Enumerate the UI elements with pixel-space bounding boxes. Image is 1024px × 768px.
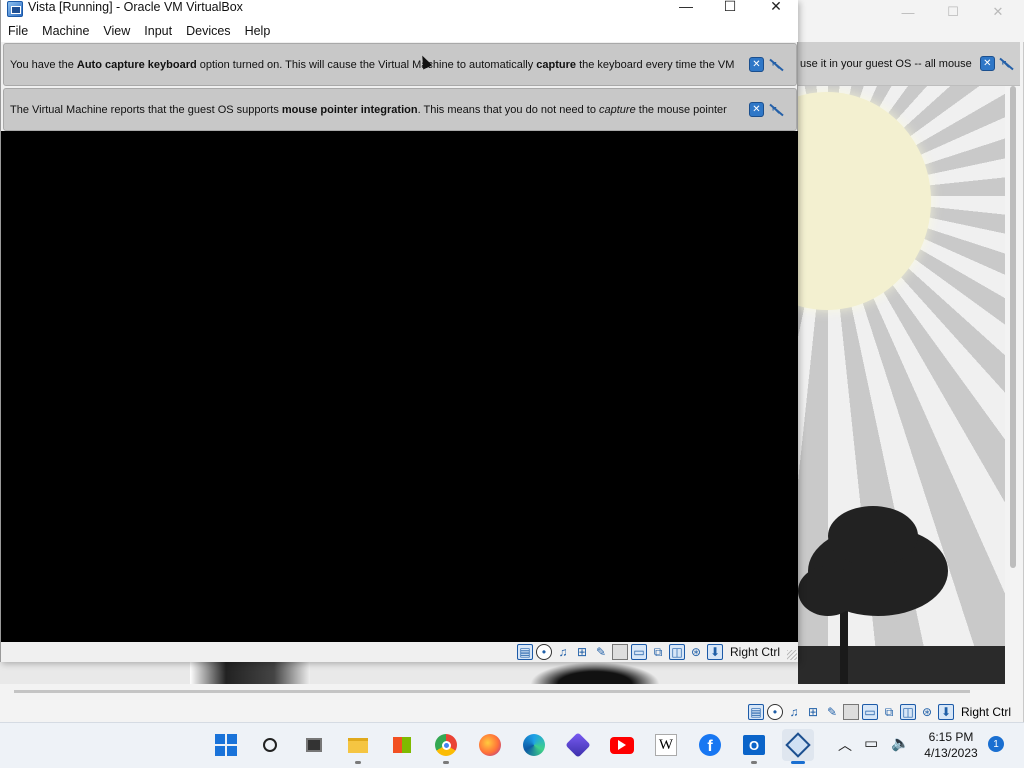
outlook-icon[interactable]: O xyxy=(738,729,770,764)
outlook-letter: O xyxy=(743,735,765,755)
disable-notice-icon[interactable]: ↖ xyxy=(768,57,784,72)
resize-grip[interactable] xyxy=(787,650,797,660)
auto-capture-keyboard-notice: You have the Auto capture keyboard optio… xyxy=(3,43,797,86)
video-capture-icon[interactable]: ⧉ xyxy=(650,644,666,660)
virtualbox-app-icon[interactable] xyxy=(7,1,23,17)
background-vertical-scrollbar[interactable] xyxy=(1010,86,1016,568)
optical-drive-icon[interactable]: • xyxy=(535,644,552,660)
menu-devices[interactable]: Devices xyxy=(179,20,237,42)
close-notice-icon[interactable]: ✕ xyxy=(979,56,995,71)
running-indicator xyxy=(443,761,449,764)
usb-icon[interactable]: ✎ xyxy=(824,704,840,720)
hard-disk-icon[interactable]: ▤ xyxy=(516,644,533,660)
disable-notice-icon[interactable]: ↖ xyxy=(768,102,784,117)
shared-folder-icon[interactable] xyxy=(611,644,628,660)
facebook-letter: f xyxy=(699,734,721,756)
show-hidden-icons-chevron-icon[interactable]: ︿ xyxy=(838,735,852,755)
wallpaper-tree-crown-top xyxy=(828,506,918,566)
maximize-button[interactable]: ☐ xyxy=(707,0,753,16)
audio-icon[interactable]: ♫ xyxy=(786,704,802,720)
taskbar-clock[interactable]: 6:15 PM 4/13/2023 xyxy=(918,729,984,761)
background-wallpaper-bottom-strip xyxy=(0,662,798,684)
menu-help[interactable]: Help xyxy=(238,20,278,42)
mouse-disable-icon[interactable]: ↖ xyxy=(998,56,1014,71)
clipchamp-icon[interactable] xyxy=(562,729,594,761)
chrome-icon[interactable] xyxy=(430,729,462,764)
menu-bar: File Machine View Input Devices Help xyxy=(1,20,798,42)
network-icon[interactable]: ⊞ xyxy=(805,704,821,720)
search-icon[interactable] xyxy=(254,729,286,761)
running-indicator xyxy=(751,761,757,764)
mouse-integration-icon[interactable]: ⊛ xyxy=(688,644,704,660)
close-notice-icon[interactable]: ✕ xyxy=(749,57,764,72)
background-statusbar: ▤ • ♫ ⊞ ✎ ▭ ⧉ ◫ ⊛ ⬇ Right Ctrl xyxy=(748,702,1024,722)
notification-badge[interactable]: 1 xyxy=(988,736,1004,752)
hard-disk-icon[interactable]: ▤ xyxy=(748,704,764,720)
clock-date: 4/13/2023 xyxy=(924,746,978,760)
windows-taskbar: W f O ︿ ▭ 🔈 6:15 PM 4/13/2023 1 xyxy=(0,722,1024,768)
background-horizontal-scrollbar[interactable] xyxy=(14,690,970,693)
host-key-label: Right Ctrl xyxy=(961,705,1012,719)
display-icon[interactable]: ▭ xyxy=(862,704,878,720)
menu-file[interactable]: File xyxy=(1,20,35,42)
audio-icon[interactable]: ♫ xyxy=(555,644,571,660)
facebook-icon[interactable]: f xyxy=(694,729,726,761)
file-explorer-icon[interactable] xyxy=(342,729,374,764)
mouse-integration-notice: The Virtual Machine reports that the gue… xyxy=(3,88,797,131)
background-keyboard-notice: use it in your guest OS -- all mouse ✕ ↖ xyxy=(798,42,1020,86)
running-indicator xyxy=(355,761,361,764)
microsoft-store-icon[interactable] xyxy=(386,729,418,761)
wallpaper-tree-crown-left xyxy=(798,566,858,616)
notice-mouse-text: The Virtual Machine reports that the gue… xyxy=(10,103,727,116)
window-titlebar[interactable]: Vista [Running] - Oracle VM VirtualBox —… xyxy=(1,0,798,20)
video-capture-icon[interactable]: ⧉ xyxy=(881,704,897,720)
active-indicator xyxy=(791,761,805,764)
recording-icon[interactable]: ◫ xyxy=(668,644,685,660)
edge-icon[interactable] xyxy=(518,729,550,761)
keyboard-capture-icon[interactable]: ⬇ xyxy=(938,704,954,720)
firefox-icon[interactable] xyxy=(474,729,506,761)
menu-machine[interactable]: Machine xyxy=(35,20,96,42)
display-icon[interactable]: ▭ xyxy=(630,644,647,660)
wallpaper-silhouette xyxy=(190,662,310,684)
task-view-icon[interactable] xyxy=(298,729,330,761)
start-icon[interactable] xyxy=(210,729,242,761)
menu-input[interactable]: Input xyxy=(137,20,179,42)
network-icon[interactable]: ⊞ xyxy=(574,644,590,660)
virtualbox-vm-window: Vista [Running] - Oracle VM VirtualBox —… xyxy=(0,0,798,662)
recording-icon[interactable]: ◫ xyxy=(900,704,916,720)
keyboard-capture-icon[interactable]: ⬇ xyxy=(706,644,723,660)
background-close-button[interactable]: ✕ xyxy=(978,0,1018,24)
guest-desktop-wallpaper xyxy=(798,86,1005,684)
window-title: Vista [Running] - Oracle VM VirtualBox xyxy=(28,0,243,14)
network-tray-icon[interactable]: ▭ xyxy=(864,734,878,752)
youtube-icon[interactable] xyxy=(606,729,638,761)
host-key-label: Right Ctrl xyxy=(729,645,780,659)
clock-time: 6:15 PM xyxy=(928,730,974,744)
wallpaper-silhouette-2 xyxy=(530,662,660,684)
background-notice-text: use it in your guest OS -- all mouse xyxy=(800,57,972,70)
background-minimize-button[interactable]: — xyxy=(888,0,928,24)
usb-icon[interactable]: ✎ xyxy=(593,644,609,660)
close-button[interactable]: ✕ xyxy=(753,0,799,16)
wikipedia-icon[interactable]: W xyxy=(650,729,682,761)
menu-view[interactable]: View xyxy=(96,20,137,42)
mouse-integration-icon[interactable]: ⊛ xyxy=(919,704,935,720)
volume-tray-icon[interactable]: 🔈 xyxy=(891,734,910,752)
virtualbox-icon[interactable] xyxy=(782,729,814,764)
minimize-button[interactable]: — xyxy=(663,0,709,16)
notice-keyboard-text: You have the Auto capture keyboard optio… xyxy=(10,58,735,71)
vm-display[interactable] xyxy=(1,131,798,642)
wallpaper-ground xyxy=(798,646,1005,684)
wikipedia-letter: W xyxy=(655,734,677,756)
background-maximize-button[interactable]: ☐ xyxy=(933,0,973,24)
status-bar: ▤ • ♫ ⊞ ✎ ▭ ⧉ ◫ ⊛ ⬇ Right Ctrl xyxy=(1,642,798,662)
optical-drive-icon[interactable]: • xyxy=(767,704,783,720)
shared-folder-icon[interactable] xyxy=(843,704,859,720)
close-notice-icon[interactable]: ✕ xyxy=(749,102,764,117)
